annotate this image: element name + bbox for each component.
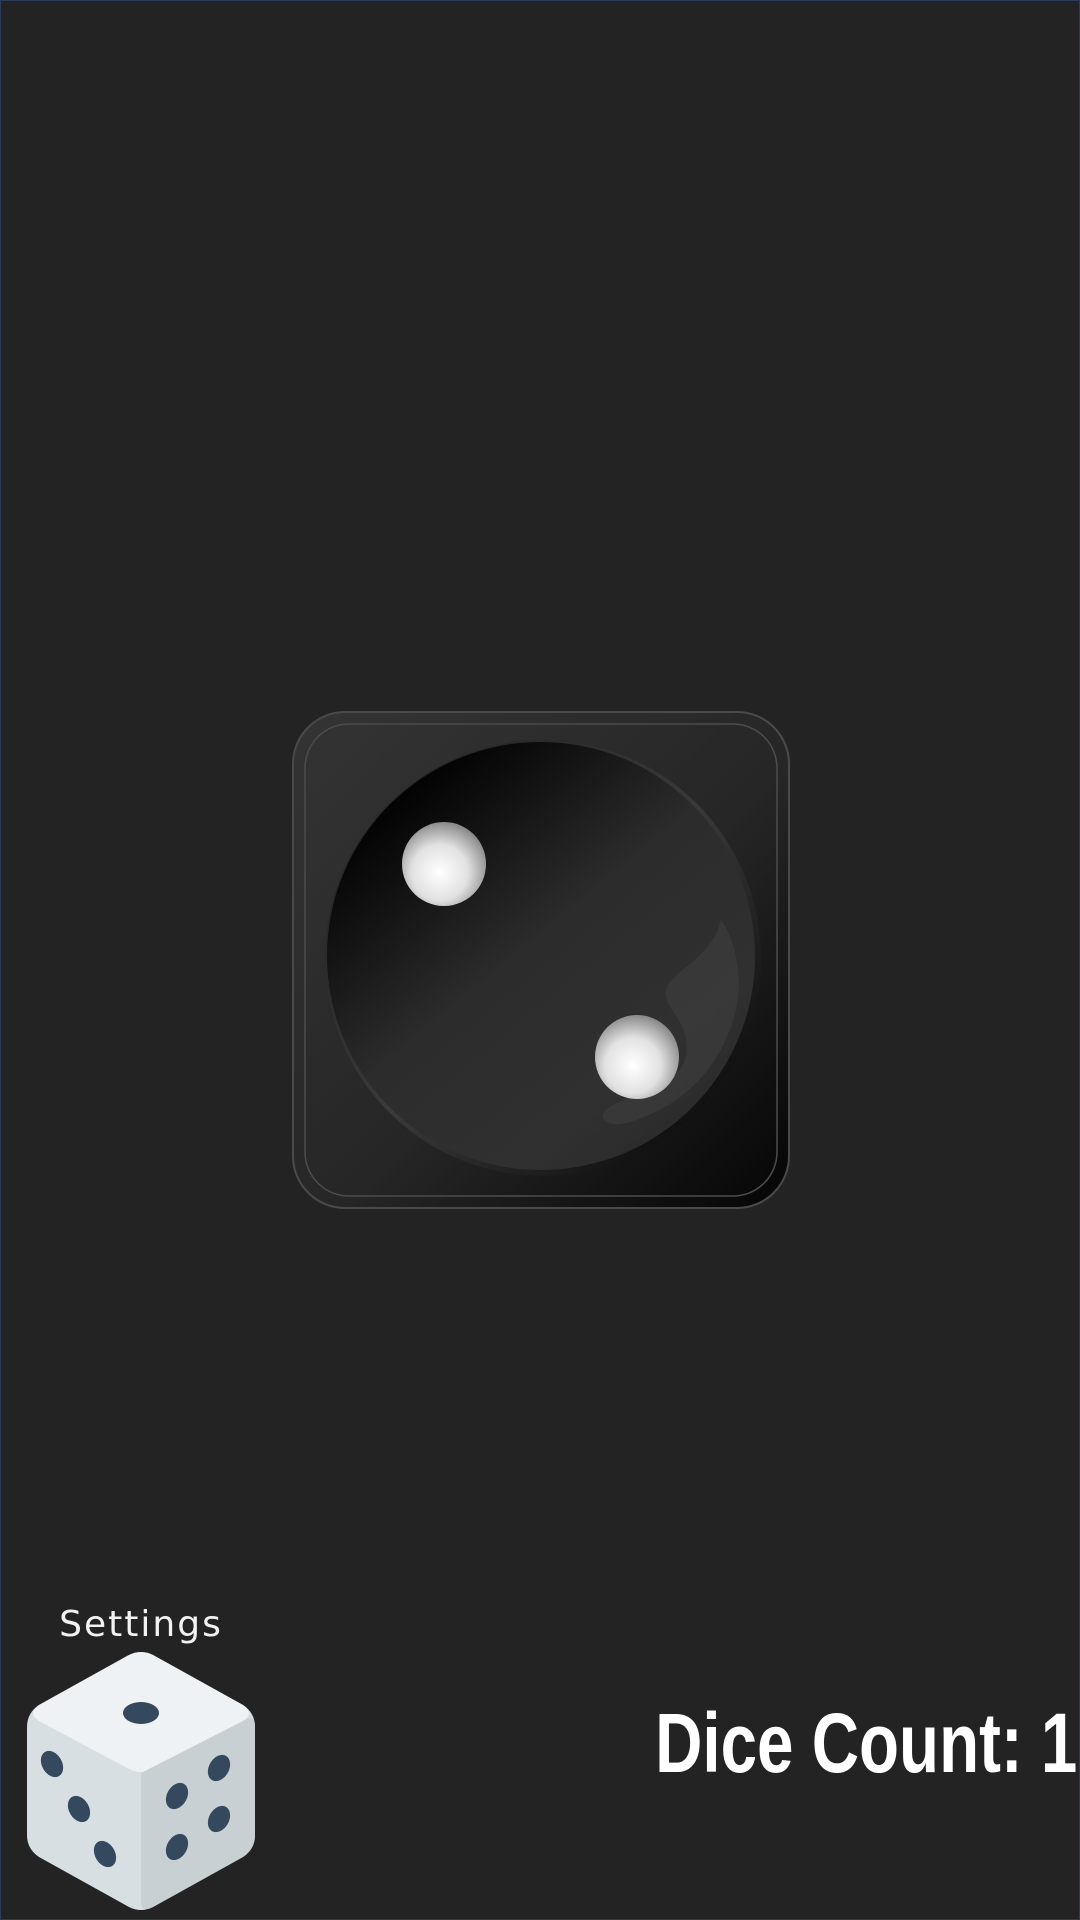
main-die[interactable] bbox=[291, 710, 791, 1210]
settings-label: Settings bbox=[59, 1604, 223, 1645]
dice-count-label: Dice Count: 1 bbox=[654, 1696, 1077, 1790]
settings-button[interactable] bbox=[19, 1651, 263, 1913]
die-face-two-icon bbox=[292, 711, 790, 1209]
dice-settings-icon bbox=[27, 1652, 255, 1910]
dice-roller-screen: Settings Dice Count: 1 bbox=[0, 0, 1080, 1920]
